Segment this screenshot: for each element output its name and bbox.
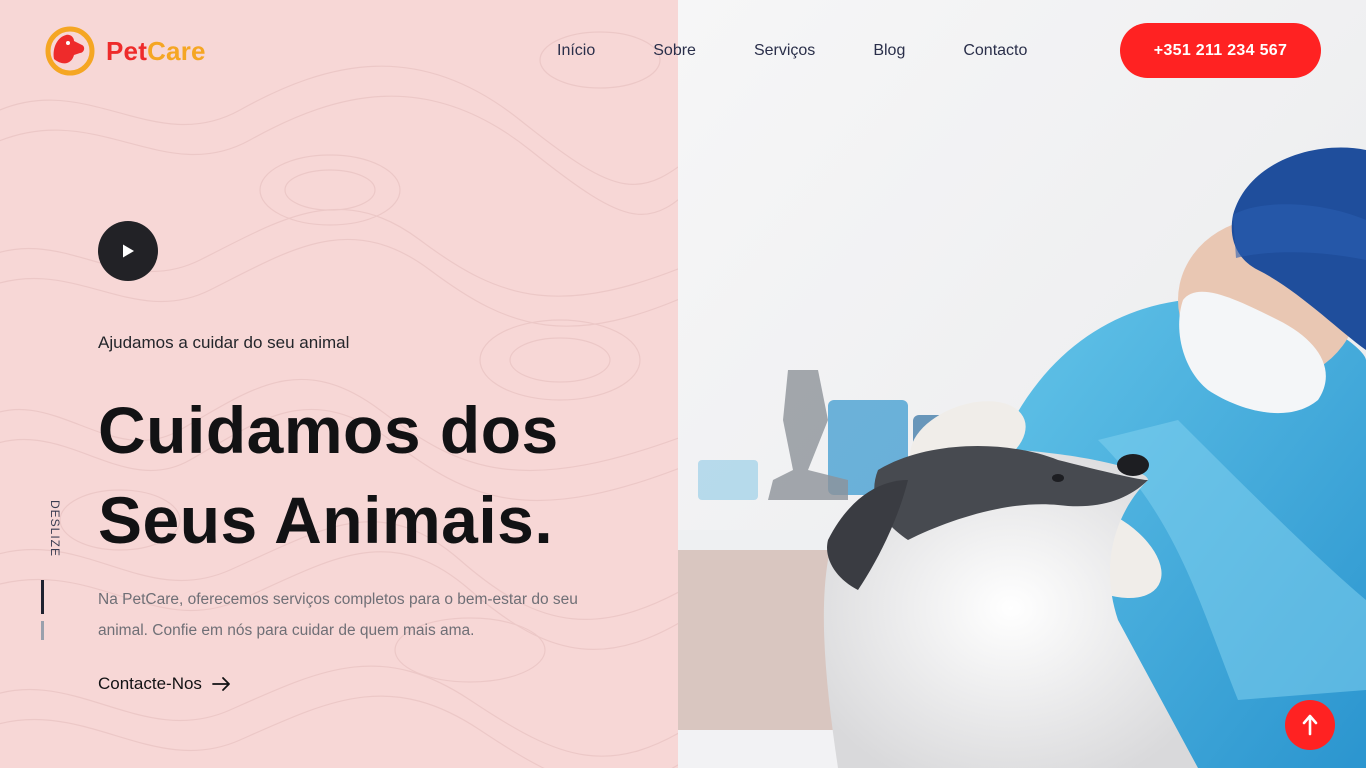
nav-item-sobre[interactable]: Sobre (653, 42, 696, 62)
scroll-indicator-track (41, 621, 44, 640)
brand-logo[interactable]: PetCare (44, 25, 206, 77)
hero-headline: Cuidamos dos Seus Animais. (98, 385, 559, 565)
hero-left-panel (0, 0, 678, 768)
phone-button[interactable]: +351 211 234 567 (1120, 23, 1321, 78)
contour-pattern-background (0, 31, 678, 768)
arrow-up-icon (1302, 714, 1318, 736)
nav-item-inicio[interactable]: Início (557, 42, 595, 62)
nav-item-blog[interactable]: Blog (873, 42, 905, 62)
hero-subtitle: Ajudamos a cuidar do seu animal (98, 333, 350, 352)
hero-image (678, 0, 1366, 768)
hero-description: Na PetCare, oferecemos serviços completo… (98, 591, 578, 639)
dog-cat-logo-icon (45, 26, 95, 76)
contact-us-label: Contacte-Nos (98, 674, 202, 693)
veterinarian-examining-dog-photo (678, 0, 1366, 768)
contact-us-link[interactable]: Contacte-Nos (98, 674, 232, 694)
main-nav: Início Sobre Serviços Blog Contacto (557, 42, 1027, 62)
brand-name: PetCare (106, 35, 206, 66)
scroll-indicator-active (41, 580, 44, 614)
nav-item-servicos[interactable]: Serviços (754, 42, 815, 62)
nav-item-contacto[interactable]: Contacto (963, 42, 1027, 62)
play-video-button[interactable] (98, 221, 158, 281)
play-icon (123, 244, 134, 258)
hero-headline-line1: Cuidamos dos (98, 393, 559, 467)
arrow-right-icon (212, 677, 230, 691)
hero-headline-line2: Seus Animais. (98, 483, 554, 557)
scroll-indicator-label: DESLIZE (48, 500, 62, 558)
scroll-to-top-button[interactable] (1285, 700, 1335, 750)
